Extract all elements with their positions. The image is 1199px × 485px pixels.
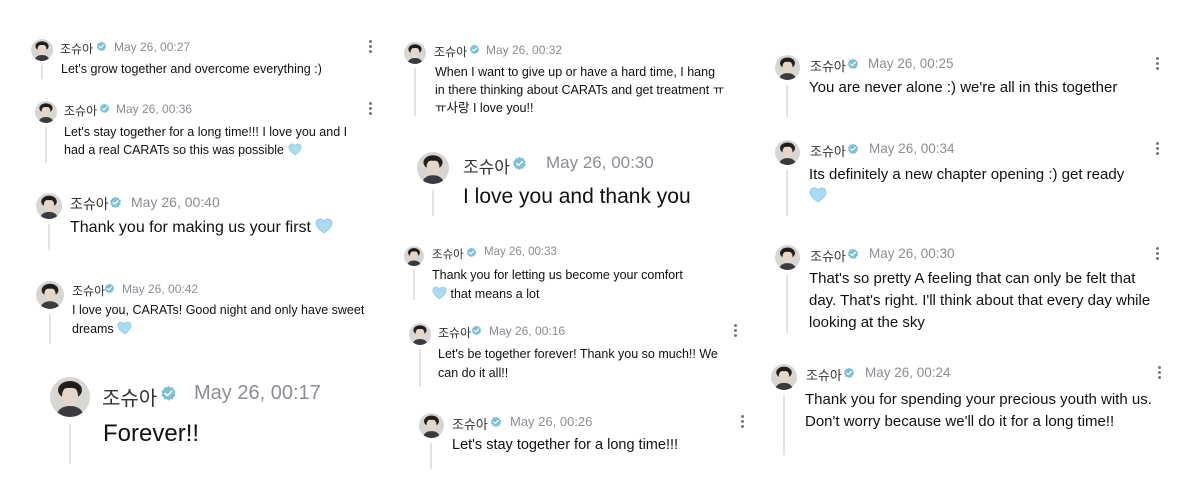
avatar[interactable] bbox=[417, 152, 449, 184]
author-name[interactable]: 조슈아 bbox=[70, 194, 109, 214]
avatar[interactable] bbox=[35, 101, 57, 123]
post-time: May 26, 00:42 bbox=[122, 282, 199, 296]
avatar[interactable] bbox=[409, 323, 431, 345]
post-text: Let's stay together for a long time!!! bbox=[452, 437, 679, 453]
avatar[interactable] bbox=[50, 377, 90, 417]
thread-line bbox=[49, 314, 51, 344]
post-text: When I want to give up or have a hard ti… bbox=[435, 65, 725, 115]
post-time: May 26, 00:30 bbox=[869, 246, 955, 261]
post-time: May 26, 00:40 bbox=[131, 194, 220, 210]
avatar[interactable] bbox=[404, 246, 424, 266]
post-text: Let's be together forever! Thank you so … bbox=[438, 347, 718, 380]
author-name[interactable]: 조슈아 bbox=[432, 246, 464, 262]
post-time: May 26, 00:24 bbox=[865, 365, 951, 380]
avatar[interactable] bbox=[771, 364, 797, 390]
more-options-icon[interactable] bbox=[1156, 247, 1159, 262]
more-options-icon[interactable] bbox=[1158, 366, 1161, 381]
post-text: Its definitely a new chapter opening :) … bbox=[809, 164, 1159, 208]
verified-badge-icon bbox=[847, 58, 859, 70]
verified-badge-icon bbox=[104, 283, 115, 294]
author-name[interactable]: 조슈아 bbox=[810, 141, 846, 160]
verified-badge-icon bbox=[490, 416, 502, 428]
thread-line bbox=[432, 190, 434, 216]
post-time: May 26, 00:27 bbox=[114, 40, 191, 54]
post-text: Thank you for spending your precious you… bbox=[805, 391, 1152, 430]
verified-badge-icon bbox=[847, 248, 859, 260]
more-options-icon[interactable] bbox=[741, 415, 744, 430]
more-options-icon[interactable] bbox=[369, 102, 372, 117]
post-text: You are never alone :) we're all in this… bbox=[809, 79, 1118, 96]
thread-line bbox=[419, 349, 421, 387]
verified-badge-icon bbox=[96, 41, 107, 52]
verified-badge-icon bbox=[843, 367, 855, 379]
verified-badge-icon bbox=[99, 103, 110, 114]
thread-line bbox=[413, 270, 415, 300]
heart-emoji bbox=[432, 286, 447, 300]
author-name[interactable]: 조슈아 bbox=[64, 102, 97, 119]
author-name[interactable]: 조슈아 bbox=[810, 246, 846, 265]
post-time: May 26, 00:36 bbox=[116, 102, 193, 116]
author-name[interactable]: 조슈아 bbox=[60, 40, 93, 57]
post-text: I love you and thank you bbox=[463, 185, 691, 208]
post-time: May 26, 00:16 bbox=[489, 324, 566, 338]
author-name[interactable]: 조슈아 bbox=[72, 282, 105, 299]
thread-line bbox=[783, 395, 785, 455]
post-text: Forever!! bbox=[103, 420, 200, 447]
thread-line bbox=[41, 65, 43, 79]
verified-badge-icon bbox=[512, 156, 527, 171]
post-time: May 26, 00:25 bbox=[868, 56, 954, 71]
avatar[interactable] bbox=[775, 245, 800, 270]
post-time: May 26, 00:26 bbox=[510, 414, 593, 429]
thread-line bbox=[69, 424, 71, 464]
thread-line bbox=[430, 443, 432, 469]
author-name[interactable]: 조슈아 bbox=[806, 365, 842, 384]
post-time: May 26, 00:17 bbox=[194, 382, 321, 404]
author-name[interactable]: 조슈아 bbox=[438, 324, 471, 341]
post-time: May 26, 00:33 bbox=[484, 246, 557, 258]
heart-emoji bbox=[315, 218, 333, 234]
avatar[interactable] bbox=[419, 413, 444, 438]
thread-line bbox=[786, 275, 788, 333]
avatar[interactable] bbox=[775, 140, 800, 165]
avatar[interactable] bbox=[404, 42, 426, 64]
thread-line bbox=[48, 224, 50, 250]
thread-line bbox=[45, 127, 47, 163]
post-text: I love you, CARATs! Good night and only … bbox=[72, 303, 365, 336]
avatar[interactable] bbox=[775, 55, 800, 80]
verified-badge-icon bbox=[469, 44, 480, 55]
author-name[interactable]: 조슈아 bbox=[452, 414, 488, 433]
verified-badge-icon bbox=[847, 143, 859, 155]
verified-badge-icon bbox=[466, 247, 477, 258]
post-text: Thank you for letting us become your com… bbox=[432, 268, 683, 301]
more-options-icon[interactable] bbox=[734, 324, 737, 339]
more-options-icon[interactable] bbox=[369, 40, 372, 55]
heart-emoji bbox=[287, 143, 302, 156]
author-name[interactable]: 조슈아 bbox=[463, 153, 510, 178]
author-name[interactable]: 조슈아 bbox=[434, 43, 467, 60]
thread-line bbox=[414, 68, 416, 116]
avatar[interactable] bbox=[36, 193, 62, 219]
heart-emoji bbox=[809, 187, 827, 203]
verified-badge-icon bbox=[160, 385, 177, 402]
post-time: May 26, 00:30 bbox=[546, 153, 654, 172]
avatar[interactable] bbox=[36, 281, 64, 309]
heart-emoji bbox=[117, 321, 132, 335]
verified-badge-icon bbox=[109, 196, 122, 209]
more-options-icon[interactable] bbox=[1156, 142, 1159, 157]
post-time: May 26, 00:32 bbox=[486, 43, 563, 57]
author-name[interactable]: 조슈아 bbox=[102, 382, 157, 411]
post-time: May 26, 00:34 bbox=[869, 141, 955, 156]
avatar[interactable] bbox=[31, 39, 53, 61]
post-text: Let's grow together and overcome everyth… bbox=[61, 62, 322, 76]
thread-line bbox=[786, 85, 788, 117]
verified-badge-icon bbox=[471, 325, 482, 336]
post-text: Let's stay together for a long time!!! I… bbox=[64, 125, 348, 157]
post-text: That's so pretty A feeling that can only… bbox=[809, 270, 1151, 331]
author-name[interactable]: 조슈아 bbox=[810, 56, 846, 75]
thread-line bbox=[786, 170, 788, 216]
more-options-icon[interactable] bbox=[1156, 57, 1159, 72]
post-text: Thank you for making us your first bbox=[70, 218, 333, 237]
